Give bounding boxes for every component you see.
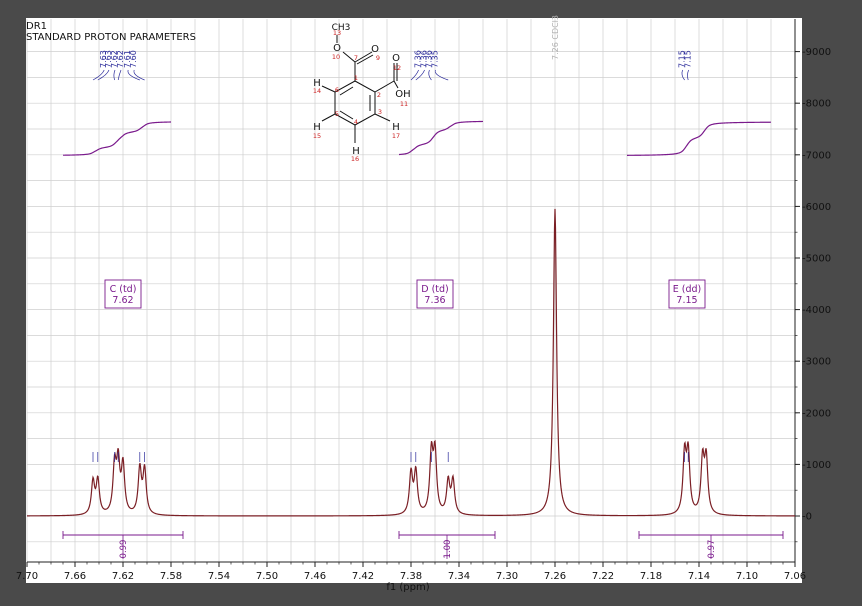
multiplet-label: E (dd)	[673, 284, 702, 295]
solvent-label: 7.26 CDCl3	[551, 15, 560, 60]
y-tick-label: -6000	[802, 202, 831, 213]
atom-number: 16	[351, 155, 359, 163]
atom-number: 2	[377, 91, 381, 99]
multiplet-shift: 7.36	[424, 295, 445, 306]
x-tick-label: 7.42	[352, 571, 374, 582]
atom-number: 9	[376, 54, 380, 62]
y-tick-label: -2000	[802, 408, 831, 419]
multiplet-label: D (td)	[421, 284, 449, 295]
acid-carbonyl-oxygen: O	[392, 53, 400, 64]
integral-value: 0.97	[707, 540, 717, 559]
x-tick-label: 7.10	[736, 571, 758, 582]
x-tick-label: 7.06	[784, 571, 806, 582]
nmr-window: 7.70 7.66 7.62 7.58 7.54 7.50 7.46 7.42 7.38 7.34…	[0, 0, 862, 606]
x-tick-label: 7.34	[448, 571, 470, 582]
x-tick-label: 7.26	[544, 571, 566, 582]
x-tick-label: 7.50	[256, 571, 278, 582]
peak-label: 7.60	[129, 50, 138, 68]
y-tick-label: -5000	[802, 254, 831, 265]
atom-number: 12	[393, 64, 401, 72]
y-tick-label: -9000	[802, 47, 831, 58]
x-tick-label: 7.46	[304, 571, 326, 582]
atom-number: 6	[335, 86, 339, 94]
x-tick-label: 7.22	[592, 571, 614, 582]
peak-label: 7.35	[430, 50, 439, 68]
atom-number: 1	[354, 74, 358, 82]
atom-number: 10	[332, 53, 340, 61]
multiplet-label: C (td)	[110, 284, 137, 295]
atom-number: 17	[392, 132, 400, 140]
integral-value: 1.00	[443, 540, 453, 559]
y-tick-label: -3000	[802, 357, 831, 368]
dataset-name: DR1	[26, 21, 48, 32]
atom-number: 15	[313, 132, 321, 140]
y-tick-label: -4000	[802, 305, 831, 316]
x-tick-label: 7.58	[160, 571, 182, 582]
peak-label: 7.15	[684, 50, 693, 68]
x-tick-label: 7.30	[496, 571, 518, 582]
x-tick-label: 7.54	[208, 571, 230, 582]
experiment-title: STANDARD PROTON PARAMETERS	[26, 32, 196, 43]
atom-number: 13	[333, 29, 341, 37]
atom-number: 11	[400, 100, 408, 108]
x-tick-label: 7.62	[112, 571, 134, 582]
integral-value: 0.99	[119, 540, 129, 559]
y-tick-label: -8000	[802, 99, 831, 110]
atom-number: 3	[378, 108, 382, 116]
y-tick-label: -1000	[802, 460, 831, 471]
multiplet-shift: 7.62	[112, 295, 133, 306]
acid-oh: OH	[395, 89, 410, 100]
atom-number: 5	[335, 110, 339, 118]
atom-number: 4	[354, 118, 358, 126]
x-tick-label: 7.14	[688, 571, 710, 582]
multiplet-shift: 7.15	[676, 295, 697, 306]
x-tick-label: 7.38	[400, 571, 422, 582]
x-axis-label: f1 (ppm)	[386, 582, 429, 593]
x-tick-label: 7.66	[64, 571, 86, 582]
y-tick-label: -7000	[802, 150, 831, 161]
x-tick-label: 7.18	[640, 571, 662, 582]
atom-number: 14	[313, 87, 321, 95]
atom-number: 7	[354, 54, 358, 62]
x-tick-label: 7.70	[16, 571, 38, 582]
y-tick-label: -0	[802, 512, 812, 523]
